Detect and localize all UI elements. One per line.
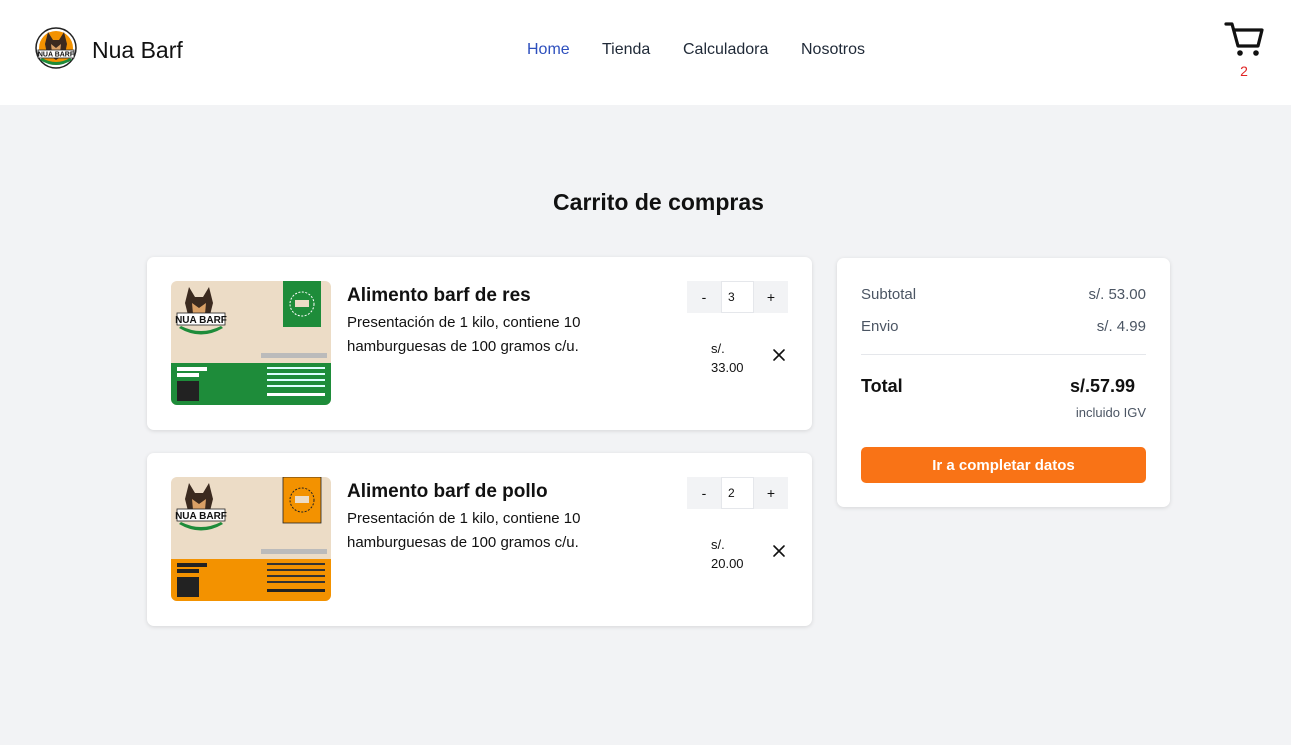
subtotal-value: s/. 53.00 bbox=[1088, 286, 1146, 303]
cart-item: NUA BARF Alimento barf de res Presentaci… bbox=[147, 257, 812, 430]
product-description: Presentación de 1 kilo, contiene 10 hamb… bbox=[347, 314, 581, 355]
product-description: Presentación de 1 kilo, contiene 10 hamb… bbox=[347, 510, 581, 551]
svg-text:NUA BARF: NUA BARF bbox=[175, 315, 227, 326]
product-image: NUA BARF bbox=[171, 281, 331, 405]
svg-text:NUA BARF: NUA BARF bbox=[38, 52, 75, 59]
cart-item: NUA BARF Alimento barf de pollo Presenta… bbox=[147, 453, 812, 626]
close-icon[interactable] bbox=[771, 543, 787, 559]
site-header: NUA BARF Nua Barf Home Tienda Calculador… bbox=[0, 0, 1291, 105]
subtotal-label: Subtotal bbox=[861, 286, 917, 303]
nav-tienda[interactable]: Tienda bbox=[602, 41, 650, 59]
quantity-input[interactable]: 2 bbox=[721, 477, 754, 509]
product-image: NUA BARF bbox=[171, 477, 331, 601]
increment-button[interactable]: + bbox=[754, 281, 788, 313]
nav-home[interactable]: Home bbox=[527, 41, 570, 59]
divider bbox=[861, 354, 1146, 355]
decrement-button[interactable]: - bbox=[687, 281, 721, 313]
dog-logo-icon[interactable]: NUA BARF bbox=[34, 26, 78, 74]
total-value: s/.57.99 bbox=[1070, 376, 1136, 396]
quantity-stepper: - 2 + bbox=[687, 477, 788, 509]
product-name[interactable]: Alimento barf de pollo bbox=[347, 481, 548, 503]
product-name[interactable]: Alimento barf de res bbox=[347, 285, 531, 307]
quantity-stepper: - 3 + bbox=[687, 281, 788, 313]
shopping-cart-icon[interactable] bbox=[1224, 20, 1264, 58]
checkout-button[interactable]: Ir a completar datos bbox=[861, 447, 1146, 483]
svg-text:NUA BARF: NUA BARF bbox=[175, 511, 227, 522]
total-label: Total bbox=[861, 376, 903, 396]
page-title: Carrito de compras bbox=[553, 189, 764, 215]
decrement-button[interactable]: - bbox=[687, 477, 721, 509]
quantity-input[interactable]: 3 bbox=[721, 281, 754, 313]
nav-nosotros[interactable]: Nosotros bbox=[801, 41, 865, 59]
order-summary: Subtotal s/. 53.00 Envio s/. 4.99 Total … bbox=[837, 258, 1170, 507]
item-price: s/. 33.00 bbox=[711, 341, 744, 375]
shipping-label: Envio bbox=[861, 318, 899, 335]
item-price: s/. 20.00 bbox=[711, 537, 744, 571]
shipping-value: s/. 4.99 bbox=[1096, 318, 1146, 335]
increment-button[interactable]: + bbox=[754, 477, 788, 509]
nav-calculadora[interactable]: Calculadora bbox=[683, 41, 768, 59]
close-icon[interactable] bbox=[771, 347, 787, 363]
brand-name[interactable]: Nua Barf bbox=[92, 37, 183, 64]
cart-count-badge: 2 bbox=[1240, 63, 1248, 79]
tax-note: incluido IGV bbox=[1075, 405, 1146, 420]
